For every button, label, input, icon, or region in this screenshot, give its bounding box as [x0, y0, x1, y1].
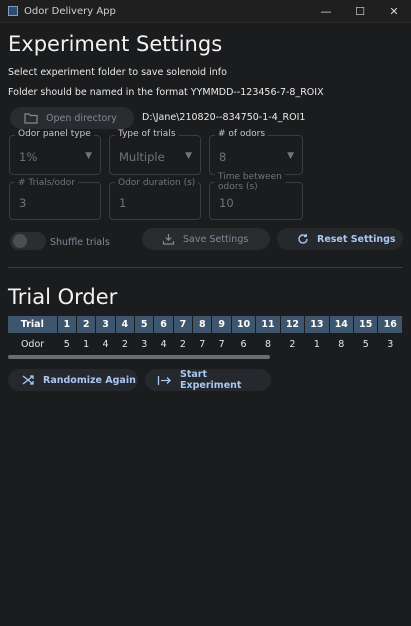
odor-panel-value: 1% [19, 150, 38, 164]
odor-cell: 4 [102, 339, 109, 350]
close-button[interactable]: ✕ [377, 0, 411, 22]
start-experiment-button[interactable]: Start Experiment [145, 369, 271, 391]
save-settings-button[interactable]: Save Settings [142, 228, 270, 250]
trial-type-label: Type of trials [115, 129, 179, 139]
reset-settings-label: Reset Settings [317, 233, 396, 245]
trials-per-odor-input[interactable]: # Trials/odor 3 [9, 178, 101, 220]
odor-duration-value: 1 [119, 196, 127, 210]
trial-number: 6 [153, 316, 174, 333]
trial-number: 4 [115, 316, 136, 333]
trial-number: 11 [255, 316, 281, 333]
odor-cell: 1 [83, 339, 90, 350]
section-divider [8, 267, 403, 268]
odor-cell: 8 [338, 339, 345, 350]
save-settings-label: Save Settings [183, 233, 249, 245]
odor-cell: 6 [240, 339, 247, 350]
chevron-down-icon: ▼ [85, 151, 92, 161]
directory-path: D:\Jane\210820--834750-1-4_ROI1 [142, 112, 306, 123]
trial-number: 13 [304, 316, 330, 333]
randomize-again-button[interactable]: Randomize Again [8, 369, 138, 391]
folder-icon [24, 112, 38, 124]
trial-type-value: Multiple [119, 150, 165, 164]
arrow-to-line-icon [157, 375, 172, 386]
time-between-label: Time between odors (s) [215, 172, 285, 192]
shuffle-label: Shuffle trials [50, 237, 110, 248]
odor-cell: 2 [121, 339, 128, 350]
title-bar: Odor Delivery App — ☐ ✕ [0, 0, 411, 23]
trial-number: 3 [95, 316, 116, 333]
odor-duration-label: Odor duration (s) [115, 178, 199, 188]
odor-cell: 7 [218, 339, 225, 350]
odor-cell: 5 [63, 339, 70, 350]
trial-number: 10 [231, 316, 257, 333]
trial-number: 9 [211, 316, 232, 333]
odor-cell: 3 [141, 339, 148, 350]
folder-format-note: Folder should be named in the format YYM… [8, 87, 324, 98]
table-horizontal-scrollbar[interactable] [8, 355, 270, 359]
odor-cell: 1 [313, 339, 320, 350]
odor-cell: 8 [264, 339, 272, 350]
time-between-value: 10 [219, 196, 234, 210]
trial-number: 8 [192, 316, 213, 333]
odor-cell: 2 [179, 339, 186, 350]
app-icon [8, 6, 18, 16]
odor-row: Odor 5 1 4 2 3 4 2 7 7 6 8 2 1 8 5 3 [8, 333, 403, 356]
odor-cell: 2 [289, 339, 296, 350]
open-directory-label: Open directory [46, 112, 117, 124]
window-controls: — ☐ ✕ [309, 0, 411, 22]
toggle-knob [13, 234, 27, 248]
odor-cell: 5 [362, 339, 369, 350]
num-odors-select[interactable]: # of odors 8 ▼ [209, 129, 303, 175]
shuffle-icon [22, 374, 35, 386]
shuffle-toggle[interactable] [10, 232, 46, 250]
trial-type-select[interactable]: Type of trials Multiple ▼ [109, 129, 201, 175]
trials-per-odor-label: # Trials/odor [15, 178, 78, 188]
download-icon [162, 233, 175, 245]
num-odors-value: 8 [219, 150, 227, 164]
reset-settings-button[interactable]: Reset Settings [277, 228, 403, 250]
trial-number: 16 [377, 316, 403, 333]
trial-number: 5 [134, 316, 155, 333]
trial-order-table: Trial 1 2 3 4 5 6 7 8 9 10 11 12 13 14 1… [8, 316, 403, 356]
trial-number: 7 [173, 316, 194, 333]
trial-number: 1 [57, 316, 77, 333]
time-between-input[interactable]: Time between odors (s) 10 [209, 172, 303, 220]
refresh-icon [297, 233, 309, 245]
odor-panel-label: Odor panel type [15, 129, 94, 139]
odor-cell: 7 [199, 339, 206, 350]
window-title: Odor Delivery App [24, 5, 116, 17]
trial-order-heading: Trial Order [8, 285, 118, 309]
odor-cell: 4 [160, 339, 167, 350]
randomize-again-label: Randomize Again [43, 374, 136, 386]
trials-per-odor-value: 3 [19, 196, 27, 210]
chevron-down-icon: ▼ [185, 151, 192, 161]
trial-number: 2 [76, 316, 97, 333]
maximize-button[interactable]: ☐ [343, 0, 377, 22]
trial-number: 12 [280, 316, 306, 333]
minimize-button[interactable]: — [309, 0, 343, 22]
start-experiment-label: Start Experiment [180, 369, 242, 391]
open-directory-button[interactable]: Open directory [10, 107, 134, 129]
trial-number: 14 [329, 316, 355, 333]
odor-panel-select[interactable]: Odor panel type 1% ▼ [9, 129, 101, 175]
odor-cell: 3 [387, 339, 394, 350]
chevron-down-icon: ▼ [287, 151, 294, 161]
odor-row-label: Odor [20, 339, 45, 350]
trial-number: 15 [353, 316, 379, 333]
settings-heading: Experiment Settings [8, 32, 223, 56]
trial-header-row: Trial 1 2 3 4 5 6 7 8 9 10 11 12 13 14 1… [8, 316, 403, 333]
trial-header-label: Trial [8, 316, 58, 333]
folder-instruction: Select experiment folder to save solenoi… [8, 67, 227, 78]
odor-duration-input[interactable]: Odor duration (s) 1 [109, 178, 201, 220]
num-odors-label: # of odors [215, 129, 269, 139]
